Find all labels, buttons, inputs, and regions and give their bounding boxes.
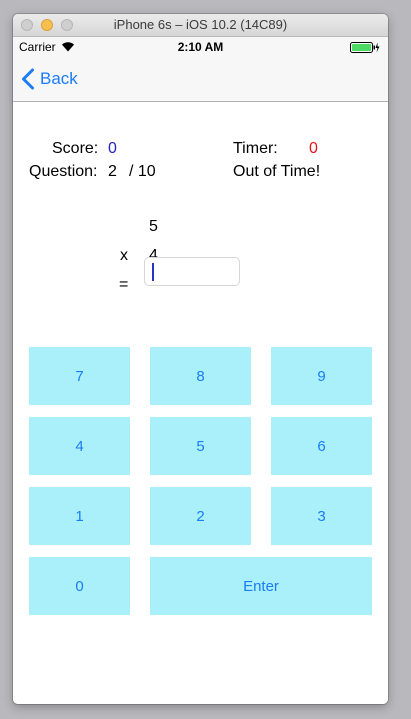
window-titlebar: iPhone 6s – iOS 10.2 (14C89) [13,14,388,37]
status-time: 2:10 AM [177,40,224,54]
chevron-left-icon [22,68,34,90]
question-total: / 10 [129,163,156,180]
answer-input[interactable] [144,257,240,286]
question-label: Question: [29,163,98,180]
question-current: 2 [108,163,117,180]
score-value: 0 [108,140,117,157]
key-2-button[interactable]: 2 [150,487,251,545]
key-9-button[interactable]: 9 [271,347,372,405]
key-5-button[interactable]: 5 [150,417,251,475]
back-label: Back [40,69,78,88]
timer-label: Timer: [233,140,278,157]
text-cursor [152,263,154,281]
key-7-button[interactable]: 7 [29,347,130,405]
timer-value: 0 [309,140,318,157]
status-bar: Carrier 2:10 AM [13,37,388,57]
key-8-button[interactable]: 8 [150,347,251,405]
out-of-time-message: Out of Time! [233,163,321,180]
enter-button[interactable]: Enter [150,557,372,615]
back-button[interactable]: Back [21,68,78,90]
simulator-window: iPhone 6s – iOS 10.2 (14C89) Carrier 2:1… [13,14,388,704]
navigation-bar: Back [13,57,388,102]
key-6-button[interactable]: 6 [271,417,372,475]
key-3-button[interactable]: 3 [271,487,372,545]
battery-charging-icon [350,42,380,53]
key-0-button[interactable]: 0 [29,557,130,615]
window-title: iPhone 6s – iOS 10.2 (14C89) [113,17,288,32]
key-1-button[interactable]: 1 [29,487,130,545]
operator-sign: x [120,247,128,264]
key-4-button[interactable]: 4 [29,417,130,475]
operand-top: 5 [149,218,158,235]
equals-sign: = [119,276,129,293]
quiz-screen: Score: 0 Timer: 0 Question: 2 / 10 Out o… [13,102,388,704]
score-label: Score: [52,140,99,157]
